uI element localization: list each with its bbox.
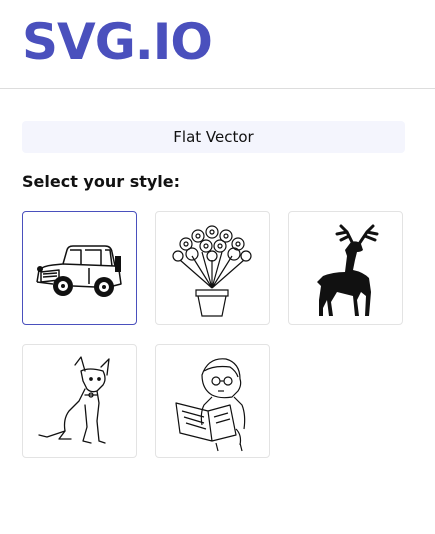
style-option-deer[interactable] [288, 211, 403, 325]
header-divider [0, 88, 435, 89]
style-option-dog[interactable] [22, 344, 137, 458]
style-option-girl-reading[interactable] [155, 344, 270, 458]
logo[interactable]: SVG.IO [22, 14, 213, 70]
girl-reading-icon [175, 358, 246, 452]
dog-icon [38, 356, 110, 444]
select-style-label: Select your style: [22, 172, 181, 191]
flower-vase-icon [172, 225, 252, 317]
current-style-button[interactable]: Flat Vector [22, 121, 405, 153]
style-option-flower-vase[interactable] [155, 211, 270, 325]
car-icon [36, 245, 122, 297]
style-option-car[interactable] [22, 211, 137, 325]
deer-icon [317, 224, 379, 316]
